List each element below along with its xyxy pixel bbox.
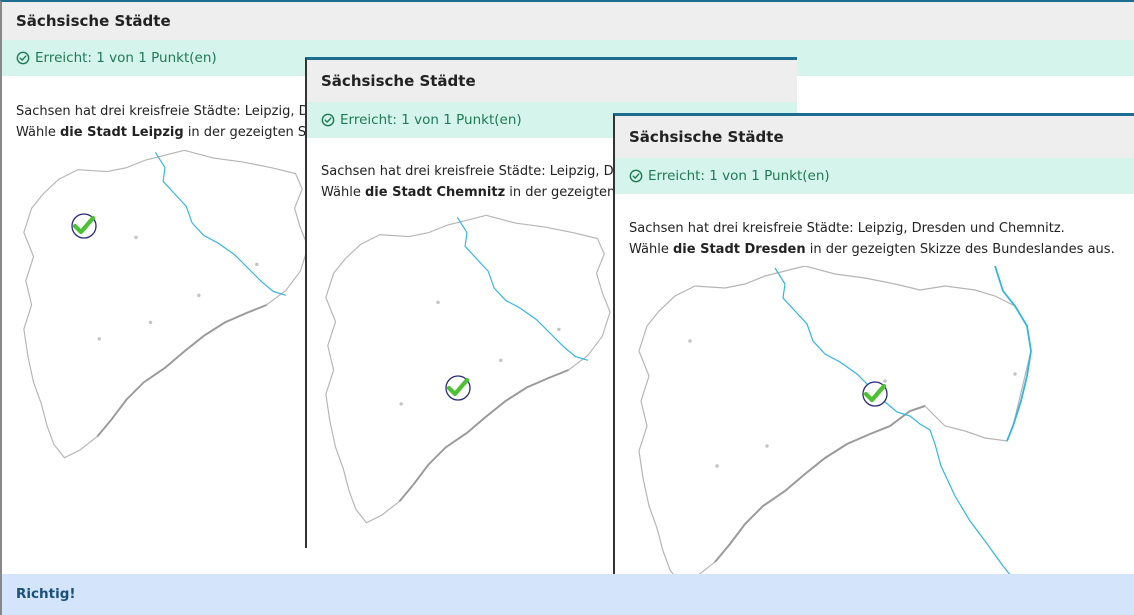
- task-intro: Sachsen hat drei kreisfreie Städte: Leip…: [629, 221, 1065, 236]
- target-city: die Stadt Leipzig: [59, 125, 184, 140]
- panel-title: Sächsische Städte: [2, 2, 1134, 40]
- saxony-map[interactable]: [322, 210, 612, 530]
- score-text: Erreicht: 1 von 1 Punkt(en): [648, 168, 830, 184]
- panel-title: Sächsische Städte: [615, 116, 1134, 158]
- task-panel-dresden: Sächsische Städte Erreicht: 1 von 1 Punk…: [613, 113, 1134, 611]
- map-check-marker-icon: [861, 380, 889, 408]
- check-circle-icon: [321, 113, 335, 127]
- map-check-marker-icon: [70, 212, 98, 240]
- panel-title: Sächsische Städte: [307, 60, 797, 102]
- check-circle-icon: [16, 51, 30, 65]
- score-status: Erreicht: 1 von 1 Punkt(en): [615, 158, 1134, 194]
- task-instruction: Wähle die Stadt Dresden in der gezeigten…: [629, 242, 1115, 257]
- score-text: Erreicht: 1 von 1 Punkt(en): [35, 50, 217, 66]
- score-text: Erreicht: 1 von 1 Punkt(en): [340, 112, 522, 128]
- saxony-map[interactable]: [630, 266, 1040, 586]
- task-text: Sachsen hat drei kreisfreie Städte: Leip…: [615, 194, 1134, 260]
- feedback-banner: Richtig!: [2, 574, 1134, 615]
- target-city: die Stadt Dresden: [672, 242, 806, 257]
- saxony-map[interactable]: [20, 150, 310, 460]
- check-circle-icon: [629, 169, 643, 183]
- map-check-marker-icon: [444, 374, 472, 402]
- target-city: die Stadt Chemnitz: [364, 185, 506, 200]
